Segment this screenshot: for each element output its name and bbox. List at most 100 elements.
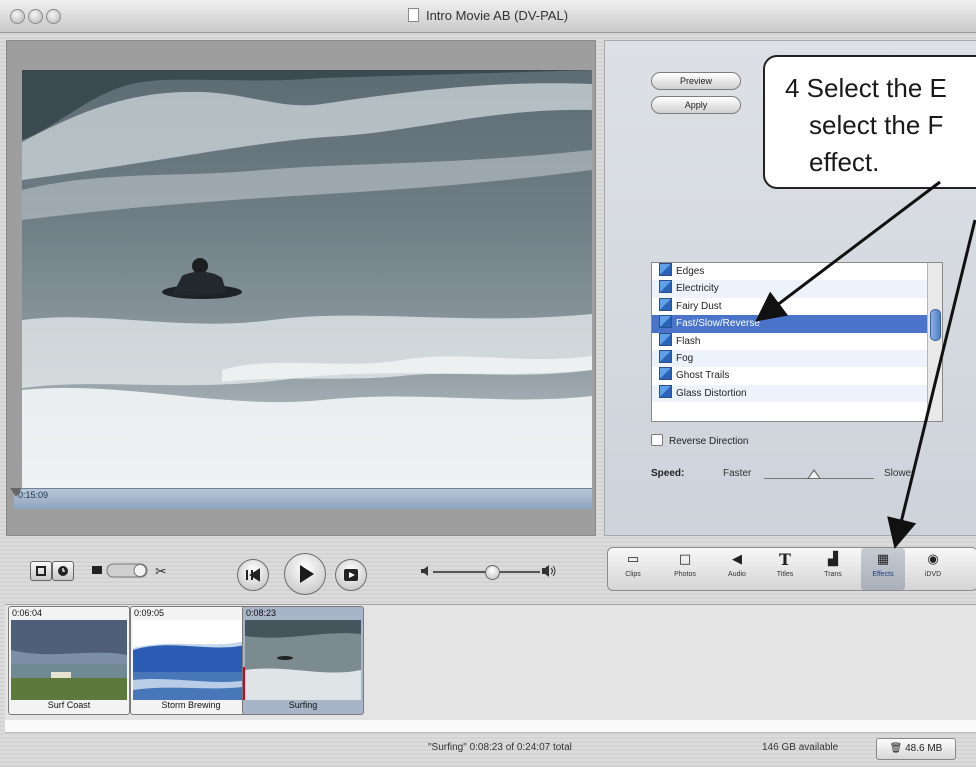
effect-item-fairy-dust[interactable]: Fairy Dust [652, 297, 942, 315]
timeline-viewer-button[interactable] [52, 561, 74, 581]
clip-duration: 0:08:23 [246, 608, 277, 618]
clip-name: Surf Coast [47, 700, 91, 710]
effect-label: Ghost Trails [676, 370, 730, 382]
clip-viewer-button[interactable] [30, 561, 52, 581]
video-preview [22, 70, 592, 488]
clip-duration: 0:09:05 [134, 608, 165, 618]
volume-low-icon [421, 566, 428, 576]
effect-item-electricity[interactable]: Electricity [652, 280, 942, 298]
effect-icon [659, 315, 672, 329]
photos-icon: □ [678, 552, 692, 567]
effects-icon: ▦ [876, 552, 890, 567]
callout-line-1: 4 Select the E [785, 73, 947, 103]
reverse-direction-checkbox[interactable] [651, 434, 663, 446]
playhead-timecode: 0:15:09 [18, 490, 49, 500]
effect-label: Edges [676, 266, 705, 277]
window-title-text: Intro Movie AB (DV-PAL) [425, 8, 569, 23]
instruction-callout: 4 Select the E select the F effect. [763, 55, 976, 189]
effects-scrollbar[interactable] [927, 263, 942, 421]
speed-faster-label: Faster [723, 468, 752, 479]
clip-storm-brewing[interactable]: 0:09:05 Storm Brewing [130, 606, 252, 715]
clip-thumbnail [11, 620, 127, 700]
play-fullscreen-button[interactable] [335, 559, 367, 591]
play-button[interactable] [284, 553, 326, 595]
pane-toolbar: ▭ Clips □ Photos ◀ Audio T Titles ▟ Tran… [607, 547, 976, 591]
camera-icon [92, 566, 102, 574]
tool-clips[interactable]: ▭ Clips [611, 548, 655, 590]
clip-surfing[interactable]: 0:08:23 Surfing [242, 606, 364, 715]
fullscreen-play-icon [344, 569, 358, 581]
trash-button[interactable]: 🗑 48.6 MB [876, 738, 956, 760]
speed-label: Speed: [651, 468, 685, 479]
callout-line-2: select the F [809, 110, 944, 140]
imovie-window: Intro Movie AB (DV-PAL) 0:15:09 Preview … [0, 0, 976, 767]
effect-icon [659, 349, 672, 363]
tool-idvd[interactable]: ◉ iDVD [911, 548, 955, 590]
document-icon [407, 8, 419, 22]
effect-item-edges[interactable]: Edges [652, 263, 942, 280]
reverse-direction-label: Reverse Direction [669, 436, 749, 447]
effect-label: Electricity [676, 283, 719, 295]
clip-name: Storm Brewing [161, 700, 221, 710]
disk-available-text: 146 GB available [762, 742, 839, 753]
apply-button[interactable]: Apply [651, 96, 741, 114]
effect-item-glass-distortion[interactable]: Glass Distortion [652, 384, 942, 403]
clip-playhead-marker [243, 667, 245, 700]
effect-item-ghost-trails[interactable]: Ghost Trails [652, 367, 942, 384]
clip-name: Surfing [288, 700, 318, 710]
effect-label: Fast/Slow/Reverse [676, 318, 760, 330]
tool-label: Effects [872, 571, 894, 578]
effect-icon [659, 332, 672, 346]
trash-icon: 🗑 [889, 743, 903, 754]
scrollbar-thumb[interactable] [930, 309, 941, 341]
effect-icon [659, 384, 672, 398]
effect-item-fog[interactable]: Fog [652, 349, 942, 368]
preview-button[interactable]: Preview [651, 72, 741, 90]
effect-label: Fairy Dust [676, 300, 722, 312]
tool-photos[interactable]: □ Photos [663, 548, 707, 590]
idvd-icon: ◉ [927, 552, 939, 567]
tool-label: Photos [674, 571, 696, 578]
tool-effects[interactable]: ▦ Effects [861, 548, 905, 590]
effect-label: Fog [676, 352, 694, 364]
clip-thumbnail [245, 620, 361, 700]
scissors-icon: ✂ [155, 564, 167, 580]
tool-transitions[interactable]: ▟ Trans [811, 548, 855, 590]
callout-text: 4 Select the E select the F effect. [785, 70, 947, 181]
clip-info-text: "Surfing" 0:08:23 of 0:24:07 total [428, 742, 572, 753]
trash-size: 48.6 MB [905, 743, 943, 754]
effect-icon [659, 367, 672, 381]
tool-label: Clips [625, 571, 641, 578]
rewind-button[interactable] [237, 559, 269, 591]
rewind-icon [246, 568, 260, 582]
timeline-bar[interactable] [5, 720, 976, 733]
clock-icon [58, 566, 68, 576]
edit-mode-switch[interactable]: ✂ [92, 560, 192, 582]
effect-item-fast-slow-reverse[interactable]: Fast/Slow/Reverse [652, 315, 942, 333]
surf-video-frame [22, 70, 592, 488]
tool-label: Audio [728, 571, 746, 578]
effect-label: Flash [676, 335, 701, 347]
effects-list: Edges Electricity Fairy Dust Fast/Slow/R… [651, 262, 943, 422]
scrubber-bar[interactable] [14, 488, 592, 509]
reverse-direction-option[interactable]: Reverse Direction [651, 434, 748, 447]
tool-label: Titles [776, 571, 794, 578]
effect-icon [659, 263, 672, 276]
clips-icon: ▭ [626, 552, 640, 567]
clip-surf-coast[interactable]: 0:06:04 Surf Coast [8, 606, 130, 715]
audio-icon: ◀ [732, 552, 742, 567]
clip-thumbnail [133, 620, 249, 700]
tool-titles[interactable]: T Titles [763, 548, 807, 590]
effect-icon [659, 297, 672, 311]
title-bar: Intro Movie AB (DV-PAL) [0, 0, 976, 33]
speed-slider-knob[interactable] [806, 469, 821, 479]
tool-audio[interactable]: ◀ Audio [715, 548, 759, 590]
play-icon [300, 565, 314, 583]
effect-icon [659, 280, 672, 294]
window-title: Intro Movie AB (DV-PAL) [0, 8, 976, 23]
tool-label: iDVD [924, 571, 942, 578]
effect-item-flash[interactable]: Flash [652, 332, 942, 350]
volume-high-icon [542, 565, 556, 577]
speed-slower-label: Slower [884, 468, 915, 479]
volume-slider-knob[interactable] [485, 565, 500, 580]
